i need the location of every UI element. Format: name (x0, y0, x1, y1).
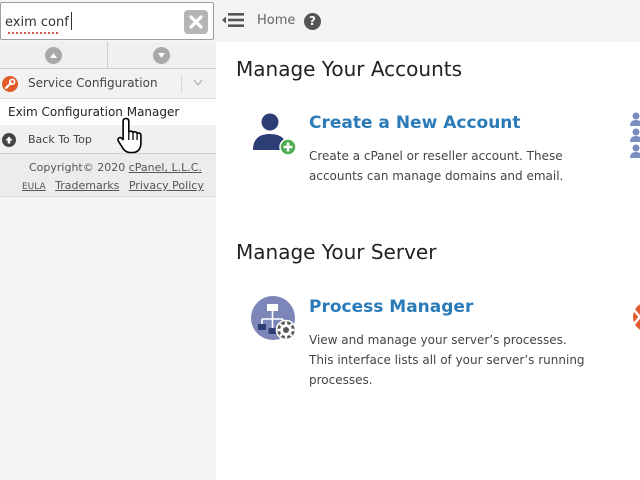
sidebar-item-label: Exim Configuration Manager (8, 105, 180, 119)
section-title-accounts: Manage Your Accounts (236, 57, 463, 81)
clear-search-button[interactable] (184, 10, 208, 34)
chevron-down-icon (193, 79, 203, 86)
scroll-up-button[interactable] (0, 42, 108, 69)
main-content: Manage Your Accounts Create a New Accoun… (216, 42, 640, 480)
sidebar: Service Configuration Exim Configuration… (0, 0, 216, 480)
sidebar-scroll-controls (0, 42, 216, 69)
process-manager-description: View and manage your server’s processes.… (309, 333, 585, 387)
create-account-link[interactable]: Create a New Account (309, 113, 521, 133)
privacy-policy-link[interactable]: Privacy Policy (129, 179, 204, 192)
menu-collapse-icon[interactable] (221, 11, 245, 29)
process-manager-link[interactable]: Process Manager (309, 297, 473, 317)
sidebar-group-service-configuration[interactable]: Service Configuration (0, 69, 216, 99)
search-box (0, 2, 214, 40)
copyright: Copyright© 2020 cPanel, L.L.C. (29, 161, 202, 174)
process-gear-icon[interactable] (250, 295, 298, 343)
back-to-top-link[interactable]: Back To Top (0, 126, 216, 154)
sidebar-group-label: Service Configuration (28, 76, 158, 90)
eula-link[interactable]: EULA (22, 182, 46, 192)
divider (181, 75, 182, 93)
add-user-icon[interactable] (250, 110, 298, 158)
section-title-server: Manage Your Server (236, 240, 437, 264)
arrow-down-icon (153, 47, 170, 64)
footer-links: EULA Trademarks Privacy Policy (22, 179, 210, 192)
text-caret (71, 12, 72, 30)
sidebar-item-exim-configuration-manager[interactable]: Exim Configuration Manager (0, 99, 216, 125)
home-breadcrumb[interactable]: Home (257, 13, 295, 28)
list-accounts-icon[interactable] (626, 110, 640, 158)
back-to-top-label: Back To Top (28, 133, 92, 146)
copyright-text: Copyright© 2020 (29, 161, 129, 174)
create-account-description: Create a cPanel or reseller account. The… (309, 149, 564, 183)
close-icon (189, 15, 203, 29)
cpanel-link[interactable]: cPanel, L.L.C. (129, 161, 202, 174)
help-icon[interactable]: ? (304, 13, 321, 30)
top-bar: Home ? (216, 0, 640, 42)
arrow-up-circle-icon (2, 133, 16, 147)
service-manager-icon[interactable] (626, 295, 640, 343)
sidebar-footer: Copyright© 2020 cPanel, L.L.C. EULA Trad… (0, 154, 216, 197)
wrench-icon (2, 76, 18, 92)
pointer-hand-cursor (117, 117, 142, 154)
trademarks-link[interactable]: Trademarks (55, 179, 119, 192)
arrow-up-icon (45, 47, 62, 64)
scroll-down-button[interactable] (108, 42, 216, 69)
spellcheck-underline (8, 32, 58, 34)
